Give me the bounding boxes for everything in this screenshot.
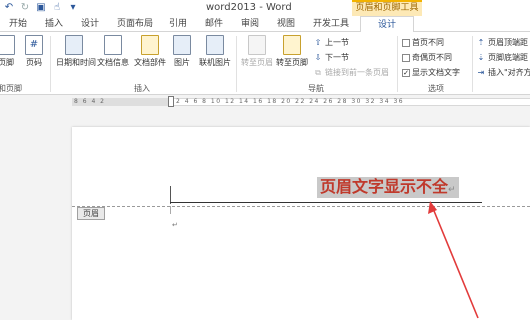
- previous-section-label: 上一节: [325, 38, 349, 47]
- horizontal-ruler[interactable]: 8 6 4 2 2 4 6 8 10 12 14 16 18 20 22 24 …: [0, 96, 530, 108]
- next-section-label: 下一节: [325, 53, 349, 62]
- go-to-header-label: 转至页眉: [241, 58, 273, 67]
- group-separator: [236, 36, 237, 92]
- pictures-button[interactable]: 图片: [170, 35, 194, 68]
- different-first-page-checkbox[interactable]: 首页不同: [402, 37, 444, 49]
- ribbon: 页脚 # 页码 和页脚 日期和时间 文档信息 文档部件 图片 联机图片 插入 转…: [0, 32, 530, 95]
- body-crop-mark: [170, 206, 171, 214]
- tab-header-footer-design[interactable]: 设计: [360, 16, 414, 33]
- group-label-options: 选项: [428, 84, 444, 93]
- document-info-label: 文档信息: [97, 58, 129, 67]
- footer-from-bottom-label: 页脚底端距: [488, 53, 528, 62]
- go-to-footer-button[interactable]: 转至页脚: [275, 35, 309, 68]
- tab-view[interactable]: 视图: [277, 16, 295, 32]
- group-separator: [397, 36, 398, 92]
- page-number-icon: #: [25, 35, 43, 55]
- save-icon[interactable]: ▣: [34, 1, 48, 15]
- group-label-insert: 插入: [134, 84, 150, 93]
- picture-icon: [173, 35, 191, 55]
- online-picture-icon: [206, 35, 224, 55]
- body-paragraph-mark: ↵: [172, 221, 178, 229]
- page-number-button-label: 页码: [26, 58, 42, 67]
- quick-parts-icon: [141, 35, 159, 55]
- group-separator: [472, 36, 473, 92]
- header-text[interactable]: 页眉文字显示不全↵: [317, 177, 459, 198]
- arrow-up-icon: ⇧: [314, 38, 322, 47]
- go-to-footer-icon: [283, 35, 301, 55]
- different-odd-even-label: 奇偶页不同: [412, 53, 452, 62]
- footer-button-label: 页脚: [0, 58, 14, 67]
- touch-mode-icon[interactable]: ☝: [50, 1, 64, 15]
- quick-parts-label: 文档部件: [134, 58, 166, 67]
- date-time-button[interactable]: 日期和时间: [56, 35, 96, 68]
- next-section-button[interactable]: ⇩ 下一节: [313, 52, 349, 64]
- page-number-button[interactable]: # 页码: [20, 35, 48, 68]
- group-separator: [50, 36, 51, 92]
- arrow-down-icon: ⇩: [314, 53, 322, 62]
- document-info-icon: [104, 35, 122, 55]
- window-title: word2013 - Word: [206, 2, 292, 13]
- header-text-content: 页眉文字显示不全: [320, 177, 449, 196]
- tab-home[interactable]: 开始: [9, 16, 27, 32]
- checkbox-icon: [402, 54, 410, 62]
- tab-developer[interactable]: 开发工具: [313, 16, 349, 32]
- header-bottom-border: [170, 202, 482, 203]
- customize-qat-icon[interactable]: ▾: [66, 1, 80, 15]
- tab-insert[interactable]: 插入: [45, 16, 63, 32]
- insert-alignment-tab-button[interactable]: ⇥ 插入"对齐方: [476, 67, 530, 79]
- indent-marker[interactable]: [168, 96, 174, 107]
- show-document-text-checkbox[interactable]: ✓ 显示文档文字: [402, 67, 460, 79]
- different-first-page-label: 首页不同: [412, 38, 444, 47]
- quick-parts-button[interactable]: 文档部件: [134, 35, 166, 68]
- document-page[interactable]: [72, 127, 530, 320]
- calendar-icon: [65, 35, 83, 55]
- link-icon: ⧉: [315, 68, 321, 77]
- header-position-icon: ⇡: [477, 38, 485, 47]
- link-to-previous-label: 链接到前一条页眉: [325, 68, 389, 77]
- tab-page-layout[interactable]: 页面布局: [117, 16, 153, 32]
- header-from-top-label: 页眉顶端距: [488, 38, 528, 47]
- checkbox-checked-icon: ✓: [402, 69, 410, 77]
- tab-review[interactable]: 审阅: [241, 16, 259, 32]
- footer-from-bottom-field[interactable]: ⇣ 页脚底端距: [476, 52, 528, 64]
- online-pictures-button[interactable]: 联机图片: [197, 35, 233, 68]
- undo-icon[interactable]: ↶: [2, 1, 16, 15]
- header-from-top-field[interactable]: ⇡ 页眉顶端距: [476, 37, 528, 49]
- go-to-header-icon: [248, 35, 266, 55]
- date-time-label: 日期和时间: [56, 58, 96, 67]
- previous-section-button[interactable]: ⇧ 上一节: [313, 37, 349, 49]
- alignment-tab-icon: ⇥: [477, 68, 485, 77]
- tab-design[interactable]: 设计: [81, 16, 99, 32]
- redo-icon[interactable]: ↻: [18, 1, 32, 15]
- tab-mailings[interactable]: 邮件: [205, 16, 223, 32]
- quick-access-toolbar: ↶ ↻ ▣ ☝ ▾: [2, 1, 80, 15]
- document-info-button[interactable]: 文档信息: [97, 35, 129, 68]
- header-region-tag: 页眉: [77, 207, 105, 220]
- group-label-header-footer: 和页脚: [0, 84, 22, 93]
- ruler-left-numbers: 8 6 4 2: [74, 98, 106, 105]
- footer-position-icon: ⇣: [477, 53, 485, 62]
- pictures-label: 图片: [174, 58, 190, 67]
- link-to-previous-button[interactable]: ⧉ 链接到前一条页眉: [313, 67, 389, 79]
- contextual-tab-group-label: 页眉和页脚工具: [352, 0, 422, 16]
- online-pictures-label: 联机图片: [199, 58, 231, 67]
- footer-button[interactable]: 页脚: [0, 35, 20, 68]
- go-to-header-button[interactable]: 转至页眉: [240, 35, 274, 68]
- group-label-navigation: 导航: [308, 84, 324, 93]
- tab-references[interactable]: 引用: [169, 16, 187, 32]
- ruler-right-numbers: 2 4 6 8 10 12 14 16 18 20 22 24 26 28 30…: [176, 98, 405, 105]
- header-boundary-line: [72, 206, 530, 207]
- checkbox-icon: [402, 39, 410, 47]
- ribbon-tab-bar: 开始 插入 设计 页面布局 引用 邮件 审阅 视图 开发工具 设计: [0, 16, 530, 48]
- title-bar: ↶ ↻ ▣ ☝ ▾ word2013 - Word 页眉和页脚工具: [0, 0, 530, 16]
- go-to-footer-label: 转至页脚: [276, 58, 308, 67]
- paragraph-mark: ↵: [448, 185, 456, 195]
- different-odd-even-checkbox[interactable]: 奇偶页不同: [402, 52, 452, 64]
- show-document-text-label: 显示文档文字: [412, 68, 460, 77]
- footer-icon: [0, 35, 15, 55]
- insert-alignment-tab-label: 插入"对齐方: [488, 68, 530, 77]
